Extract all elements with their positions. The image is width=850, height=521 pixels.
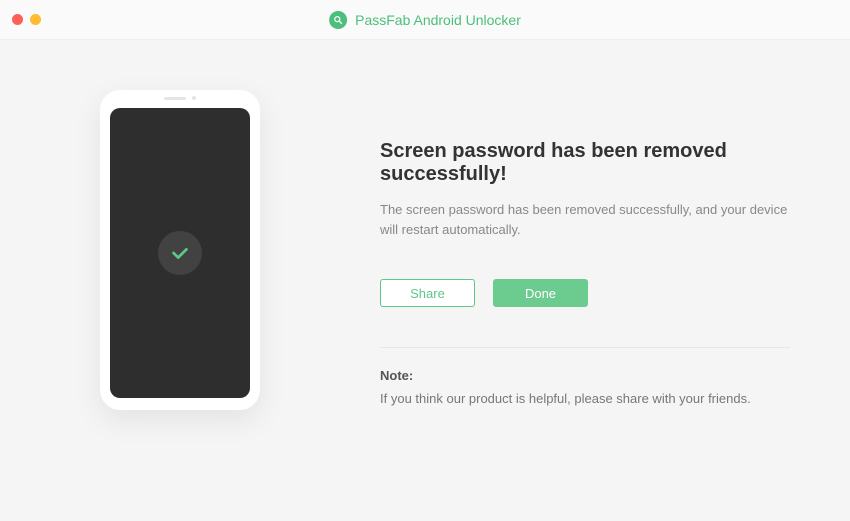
titlebar: PassFab Android Unlocker <box>0 0 850 40</box>
success-heading: Screen password has been removed success… <box>380 140 790 186</box>
main-content: Screen password has been removed success… <box>0 40 850 521</box>
button-row: Share Done <box>380 279 790 307</box>
app-title-group: PassFab Android Unlocker <box>329 11 521 29</box>
message-area: Screen password has been removed success… <box>380 90 790 471</box>
app-title: PassFab Android Unlocker <box>355 12 521 28</box>
success-subtext: The screen password has been removed suc… <box>380 200 790 239</box>
illustration-area <box>100 90 380 471</box>
divider <box>380 347 790 348</box>
note-text: If you think our product is helpful, ple… <box>380 391 790 406</box>
minimize-window-button[interactable] <box>30 14 41 25</box>
phone-illustration <box>100 90 260 410</box>
success-check-icon <box>158 231 202 275</box>
close-window-button[interactable] <box>12 14 23 25</box>
app-logo-icon <box>329 11 347 29</box>
note-label: Note: <box>380 368 790 383</box>
done-button[interactable]: Done <box>493 279 588 307</box>
phone-speaker <box>164 96 196 100</box>
window-controls <box>0 14 41 25</box>
phone-screen <box>110 108 250 398</box>
share-button[interactable]: Share <box>380 279 475 307</box>
